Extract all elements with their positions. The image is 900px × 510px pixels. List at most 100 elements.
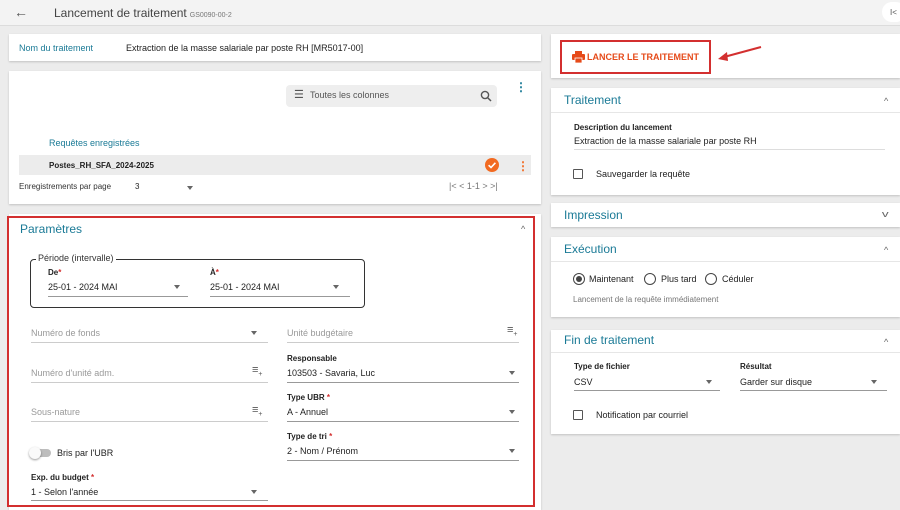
table-row[interactable]: Postes_RH_SFA_2024-2025 ⋮ <box>19 155 531 175</box>
sort-type-select[interactable]: 2 - Nom / Prénom <box>287 446 358 456</box>
description-underline <box>574 149 885 150</box>
page-title: Lancement de traitement GS0090-00-2 <box>54 6 232 20</box>
fund-number-select[interactable]: Numéro de fonds <box>31 328 100 338</box>
to-label: À* <box>210 268 219 277</box>
saved-request-name: Postes_RH_SFA_2024-2025 <box>49 161 154 170</box>
bris-ubr-toggle[interactable] <box>29 447 51 459</box>
impression-card[interactable]: Impression v <box>551 203 900 227</box>
filter-list-icon: ☰ <box>294 89 304 101</box>
subnature-underline <box>31 421 268 422</box>
save-request-checkbox[interactable] <box>573 169 583 179</box>
back-arrow-icon[interactable]: ← <box>14 4 28 20</box>
to-dropdown-icon[interactable] <box>333 285 339 289</box>
sort-type-label-text: Type de tri <box>287 432 327 441</box>
budget-exp-underline <box>31 500 268 501</box>
traitement-header-divider <box>551 112 900 113</box>
add-list-icon[interactable]: ≡+ <box>252 364 263 378</box>
chevron-down-icon[interactable]: v <box>882 209 889 219</box>
file-type-select[interactable]: CSV <box>574 377 593 387</box>
execution-title: Exécution <box>564 242 617 256</box>
to-select[interactable]: 25-01 - 2024 MAI <box>210 282 280 292</box>
launch-description-input[interactable]: Extraction de la masse salariale par pos… <box>574 136 757 146</box>
ubr-type-label: Type UBR * <box>287 393 330 402</box>
ubr-type-select[interactable]: A - Annuel <box>287 407 328 417</box>
process-name-card: Nom du traitement Extraction de la masse… <box>9 34 541 61</box>
file-type-label: Type de fichier <box>574 362 630 371</box>
end-of-process-card: Fin de traitement ^ Type de fichier CSV … <box>551 330 900 434</box>
file-type-dropdown-icon[interactable] <box>706 380 712 384</box>
collapse-panel-icon[interactable]: I< <box>882 2 900 22</box>
annotation-arrow-icon <box>718 46 762 61</box>
ubr-type-dropdown-icon[interactable] <box>509 410 515 414</box>
column-search-input[interactable]: Toutes les colonnes <box>310 90 389 100</box>
budget-exp-label-text: Exp. du budget <box>31 473 89 482</box>
email-notification-label: Notification par courriel <box>596 410 689 420</box>
column-search-box[interactable]: ☰ Toutes les colonnes <box>286 85 497 107</box>
radio-schedule-label: Céduler <box>722 274 754 284</box>
from-dropdown-icon[interactable] <box>174 285 180 289</box>
launch-process-button[interactable]: LANCER LE TRAITEMENT <box>570 46 706 68</box>
toggle-knob <box>29 447 41 459</box>
responsable-select[interactable]: 103503 - Savaria, Luc <box>287 368 375 378</box>
page-title-text: Lancement de traitement <box>54 6 187 20</box>
sort-type-label: Type de tri * <box>287 432 333 441</box>
admin-unit-field[interactable]: Numéro d'unité adm. <box>31 368 114 378</box>
from-select[interactable]: 25-01 - 2024 MAI <box>48 282 118 292</box>
process-name-value: Extraction de la masse salariale par pos… <box>126 43 364 53</box>
chevron-up-icon[interactable]: ^ <box>884 337 888 347</box>
saved-requests-card: ☰ Toutes les colonnes ⋮ Requêtes enregis… <box>9 71 541 204</box>
from-label-text: De <box>48 268 59 277</box>
chevron-up-icon[interactable]: ^ <box>884 96 888 106</box>
check-circle-icon <box>485 158 499 172</box>
row-menu-icon[interactable]: ⋮ <box>517 159 529 173</box>
radio-now[interactable] <box>573 273 585 285</box>
pagination-controls[interactable]: |< < 1-1 > >| <box>449 181 498 191</box>
radio-schedule[interactable] <box>705 273 717 285</box>
sort-type-dropdown-icon[interactable] <box>509 449 515 453</box>
chevron-up-icon[interactable]: ^ <box>521 224 525 234</box>
budget-unit-field[interactable]: Unité budgétaire <box>287 328 353 338</box>
add-list-icon[interactable]: ≡+ <box>252 404 263 418</box>
ubr-type-underline <box>287 421 519 422</box>
fund-underline <box>31 342 268 343</box>
radio-later[interactable] <box>644 273 656 285</box>
traitement-card: Traitement ^ Description du lancement Ex… <box>551 88 900 195</box>
sort-type-underline <box>287 460 519 461</box>
launch-button-label: LANCER LE TRAITEMENT <box>587 52 699 62</box>
end-header-divider <box>551 352 900 353</box>
table-menu-icon[interactable]: ⋮ <box>515 81 527 93</box>
launch-description-label: Description du lancement <box>574 123 672 132</box>
column-header-saved-requests: Requêtes enregistrées <box>49 138 140 148</box>
impression-title: Impression <box>564 208 623 222</box>
chevron-up-icon[interactable]: ^ <box>884 245 888 255</box>
bris-ubr-label: Bris par l'UBR <box>57 448 114 458</box>
per-page-select[interactable]: 3 <box>135 182 139 191</box>
process-name-label: Nom du traitement <box>19 43 94 53</box>
to-underline <box>210 296 350 297</box>
responsable-underline <box>287 382 519 383</box>
budget-exp-select[interactable]: 1 - Selon l'année <box>31 487 98 497</box>
file-type-underline <box>574 390 720 391</box>
from-label: De* <box>48 268 62 277</box>
save-request-label: Sauvegarder la requête <box>596 169 691 179</box>
email-notification-checkbox[interactable] <box>573 410 583 420</box>
admin-unit-underline <box>31 382 268 383</box>
end-of-process-title: Fin de traitement <box>564 333 655 347</box>
result-select[interactable]: Garder sur disque <box>740 377 812 387</box>
parameters-title: Paramètres <box>20 222 83 236</box>
per-page-dropdown-icon[interactable] <box>187 186 193 190</box>
subnature-field[interactable]: Sous-nature <box>31 407 80 417</box>
period-legend: Période (intervalle) <box>36 253 116 263</box>
responsable-dropdown-icon[interactable] <box>509 371 515 375</box>
budget-exp-label: Exp. du budget * <box>31 473 95 482</box>
top-bar: ← Lancement de traitement GS0090-00-2 I< <box>0 0 900 26</box>
fund-dropdown-icon[interactable] <box>251 331 257 335</box>
printer-icon <box>572 51 585 63</box>
add-list-icon[interactable]: ≡+ <box>507 324 518 338</box>
budget-exp-dropdown-icon[interactable] <box>251 490 257 494</box>
search-icon[interactable] <box>480 90 492 102</box>
traitement-title: Traitement <box>564 93 621 107</box>
page-code: GS0090-00-2 <box>189 12 232 19</box>
result-underline <box>740 390 887 391</box>
result-dropdown-icon[interactable] <box>871 380 877 384</box>
